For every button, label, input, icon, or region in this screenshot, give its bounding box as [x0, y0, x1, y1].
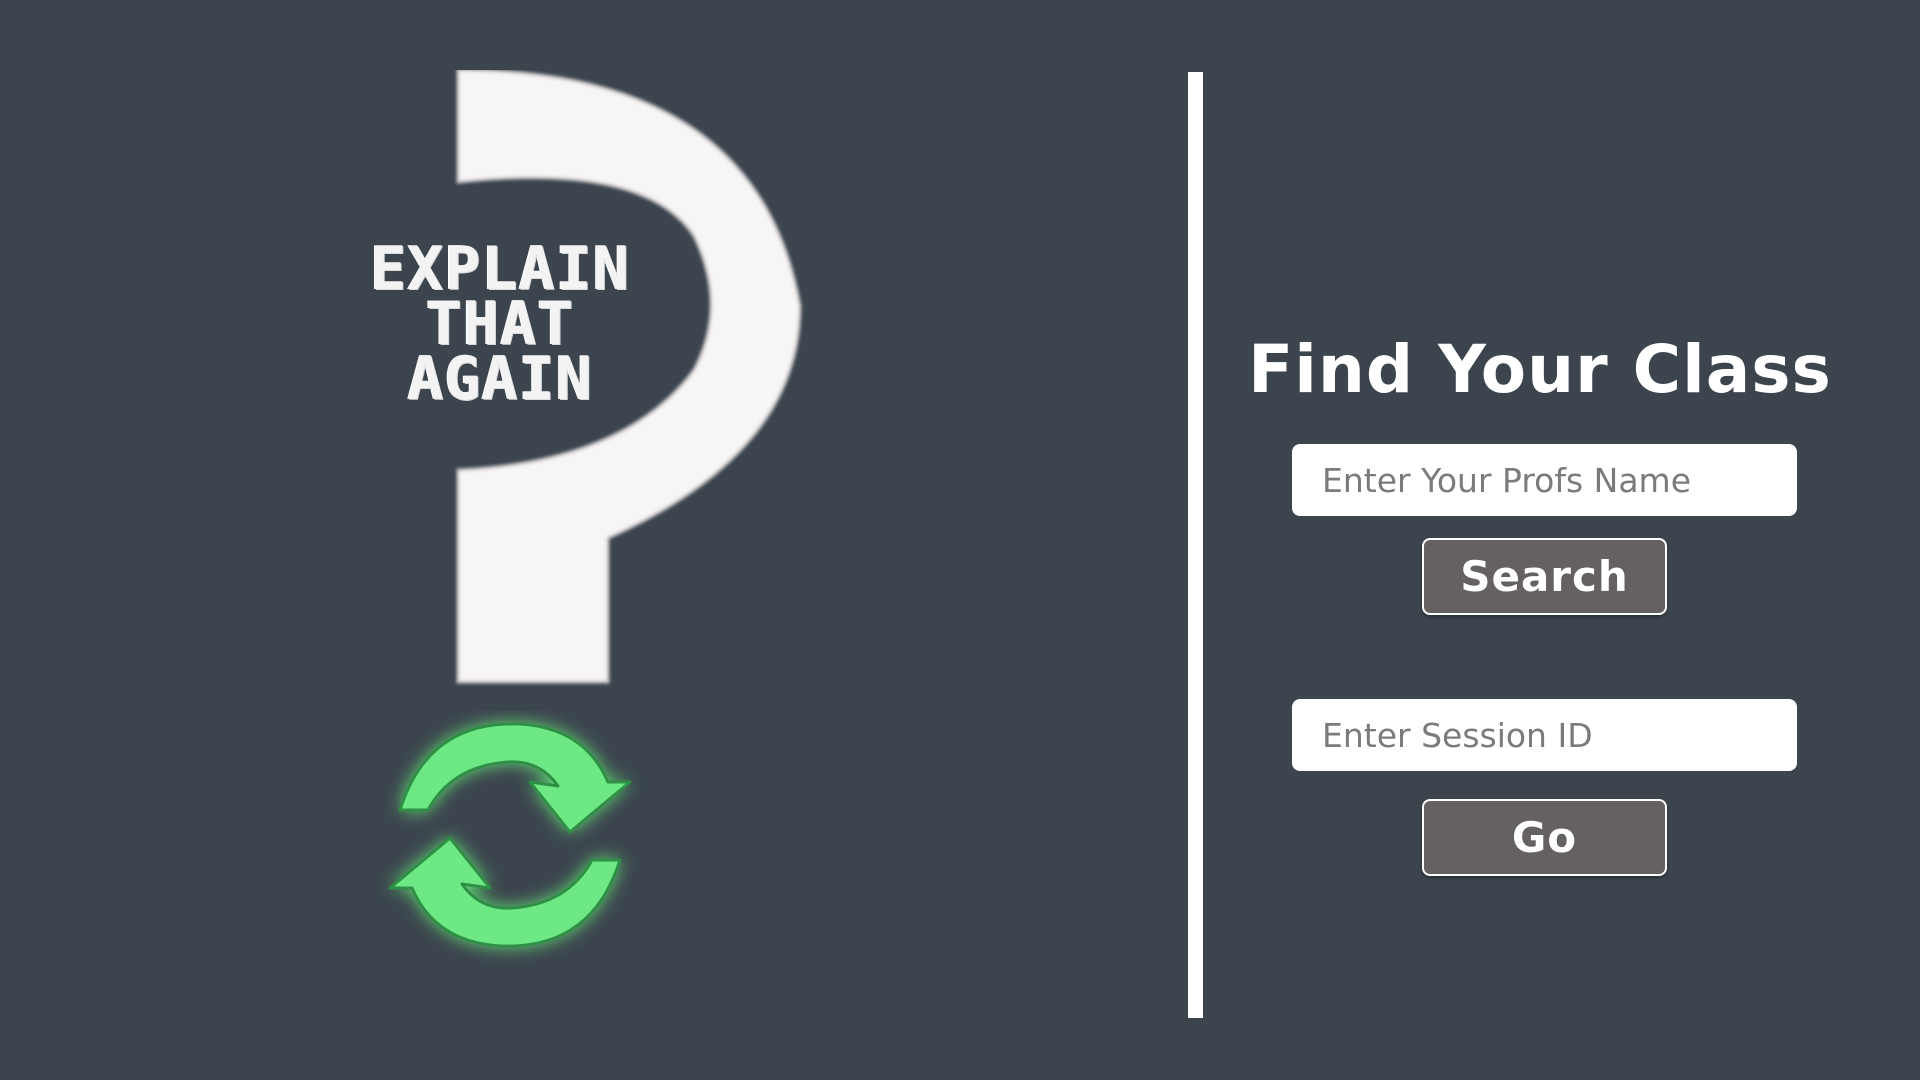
- session-id-input[interactable]: [1292, 699, 1797, 771]
- search-button[interactable]: Search: [1422, 538, 1667, 615]
- page-title: Find Your Class: [1248, 331, 1832, 408]
- class-finder-panel: Find Your Class Search Go: [1230, 320, 1850, 876]
- vertical-divider: [1188, 72, 1203, 1018]
- logo-line-3: AGAIN: [407, 344, 593, 414]
- go-button[interactable]: Go: [1422, 799, 1667, 876]
- prof-name-input[interactable]: [1292, 444, 1797, 516]
- refresh-arrows-icon: [388, 722, 632, 948]
- logo: EXPLAIN THAT AGAIN: [330, 70, 830, 990]
- page: EXPLAIN THAT AGAIN Find Your Class Searc…: [0, 0, 1920, 1080]
- logo-wordmark: EXPLAIN THAT AGAIN: [330, 239, 670, 414]
